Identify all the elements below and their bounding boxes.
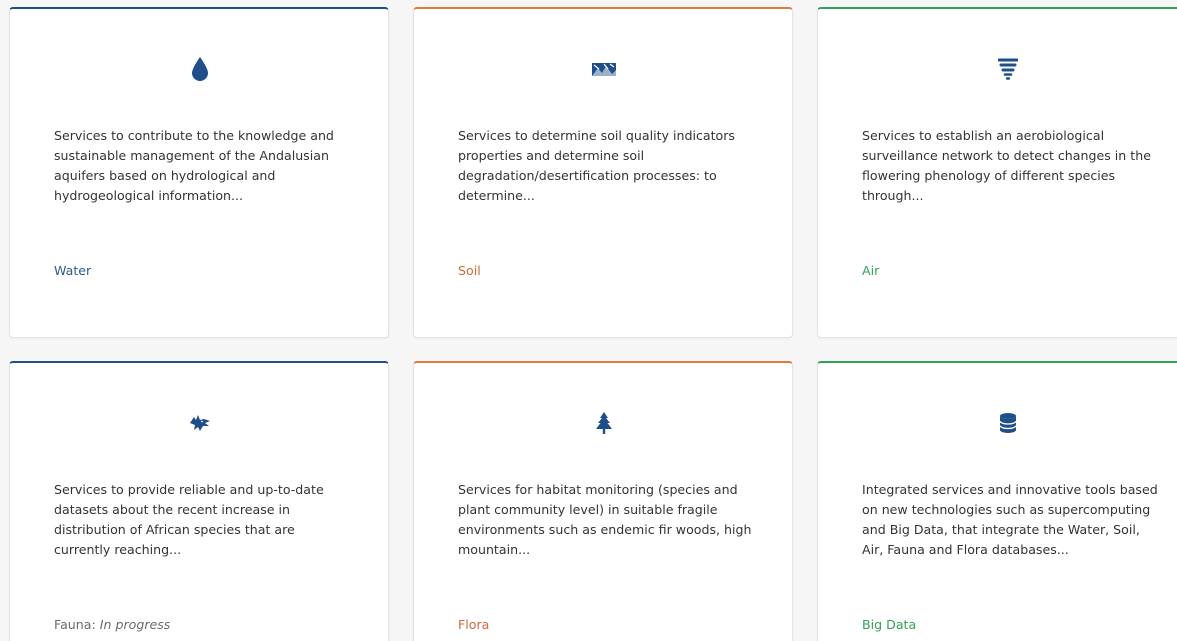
service-description: Services to contribute to the knowledge … bbox=[54, 128, 334, 203]
category-label: Big Data bbox=[862, 617, 917, 632]
service-card-soil[interactable]: Services to determine soil quality indic… bbox=[413, 7, 793, 338]
category-label: Air bbox=[862, 263, 880, 278]
service-card-water[interactable]: Services to contribute to the knowledge … bbox=[9, 7, 389, 338]
fir-tree-icon bbox=[414, 407, 794, 439]
service-card-air[interactable]: Services to establish an aerobiological … bbox=[817, 7, 1177, 338]
water-drop-icon bbox=[10, 53, 390, 85]
service-description: Services to provide reliable and up-to-d… bbox=[54, 482, 324, 557]
status-label: In progress bbox=[99, 617, 171, 632]
wolf-head-icon bbox=[10, 407, 390, 439]
category-link-water[interactable]: Water bbox=[54, 261, 91, 281]
category-label: Water bbox=[54, 263, 92, 278]
category-link-big-data[interactable]: Big Data bbox=[862, 615, 916, 635]
category-link-flora[interactable]: Flora bbox=[458, 615, 489, 635]
service-card-flora[interactable]: Services for habitat monitoring (species… bbox=[413, 361, 793, 641]
category-link-air[interactable]: Air bbox=[862, 261, 879, 281]
services-grid: Services to contribute to the knowledge … bbox=[0, 0, 1177, 641]
tornado-icon bbox=[818, 53, 1177, 85]
soil-landscape-icon bbox=[414, 53, 794, 85]
service-card-big-data[interactable]: Integrated services and innovative tools… bbox=[817, 361, 1177, 641]
category-label: Flora bbox=[458, 617, 490, 632]
service-description: Integrated services and innovative tools… bbox=[862, 482, 1158, 557]
category-label: Soil bbox=[458, 263, 481, 278]
service-description: Services to determine soil quality indic… bbox=[458, 128, 735, 203]
service-card-fauna[interactable]: Services to provide reliable and up-to-d… bbox=[9, 361, 389, 641]
category-link-fauna[interactable]: Fauna: In progress bbox=[54, 615, 170, 635]
database-icon bbox=[818, 407, 1177, 439]
service-description: Services to establish an aerobiological … bbox=[862, 128, 1151, 203]
category-label: Fauna: bbox=[54, 617, 96, 632]
category-link-soil[interactable]: Soil bbox=[458, 261, 481, 281]
service-description: Services for habitat monitoring (species… bbox=[458, 482, 752, 557]
